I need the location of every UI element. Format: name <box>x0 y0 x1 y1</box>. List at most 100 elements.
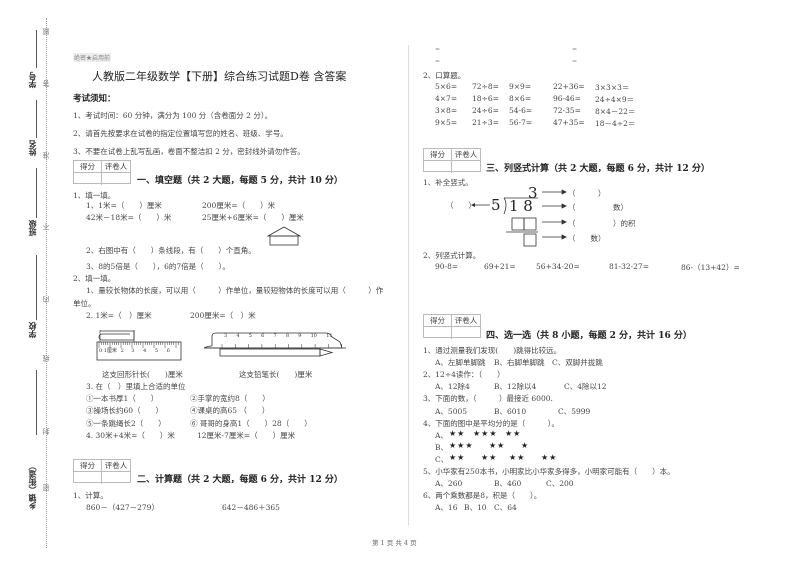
blank: （ 数） <box>568 203 628 212</box>
expression: 56+34-20= <box>536 262 580 271</box>
tick-label: 3 <box>224 333 228 339</box>
page-number: 第 1 页 共 4 页 <box>372 539 417 547</box>
score-box: 得分 评卷人 <box>73 459 131 484</box>
tick-label: 0 <box>99 348 103 354</box>
seal-char: 不 <box>42 223 50 230</box>
question: 2、右图中有（ ）条线段，有（ ）个直角。 <box>86 246 256 255</box>
oral-calc-item: 24÷4×9＝ <box>595 95 635 104</box>
option-label: A、 <box>435 431 448 440</box>
option: A、260 <box>435 479 463 488</box>
option: A、5005 <box>435 407 468 416</box>
caption: 这支回形针长( )厘米 <box>102 370 183 379</box>
star-group: ★★ <box>505 429 522 438</box>
star-group: ★★ <box>489 441 506 450</box>
grader-cell[interactable] <box>102 472 130 484</box>
divisor: 5 <box>491 196 501 214</box>
ruler2-labels: 3 4 5 6 7 8 9 10 11 <box>224 333 333 339</box>
oral-calc-item: 56-7= <box>509 118 533 127</box>
tick-label: 5 <box>248 333 252 339</box>
star-group: ★ <box>521 441 530 450</box>
score-label: 得分 <box>74 460 102 472</box>
score-box: 得分 评卷人 <box>73 160 131 185</box>
seal-char: 题 <box>42 28 50 35</box>
label-student-id: 学号 <box>27 72 37 88</box>
seal-char: 答 <box>42 80 50 87</box>
question: 1、计算。 <box>73 491 108 500</box>
score-box: 得分 评卷人 <box>423 314 481 339</box>
score-label: 得分 <box>424 315 452 327</box>
score-label: 得分 <box>74 161 102 173</box>
grader-label: 评卷人 <box>102 460 130 472</box>
star-group: ★★ <box>449 429 466 438</box>
seal-char: 封 <box>42 428 50 435</box>
tick-label: 2 <box>120 348 124 354</box>
option-label: C、 <box>435 455 449 464</box>
star-group: ★★ <box>509 453 526 462</box>
option: C、200 <box>546 479 574 488</box>
question: 4、下面的图中是平均分的是（ ）。 <box>423 419 560 428</box>
caption: 这支铅笔长( )厘米 <box>239 370 313 379</box>
label-name: 姓名 <box>27 140 37 156</box>
expression: 69+21= <box>484 262 516 271</box>
option: A、左脚单脚跳 <box>435 358 486 367</box>
score-cell[interactable] <box>424 161 452 173</box>
tick-label: 10 <box>310 333 317 339</box>
question: 6、两个乘数都是8，积是（ ）。 <box>423 491 542 500</box>
question: 2. 1米=（ ）厘米 <box>86 311 152 320</box>
question: 2、12÷4读作：（ ） <box>423 370 505 379</box>
tick-label: 11 <box>326 333 333 339</box>
star-group: ★★ <box>541 453 558 462</box>
oral-calc-item: 22+36= <box>553 82 585 91</box>
expression: 81-32-27= <box>609 262 649 271</box>
expression: 86-（13+42）= <box>681 263 740 272</box>
option: B、右脚单脚跳 <box>494 358 545 367</box>
option: C、4除以12 <box>564 382 607 391</box>
notice-item: 2、请首先按要求在试卷的指定位置填写您的姓名、班级、学号。 <box>73 129 288 138</box>
grader-cell[interactable] <box>452 161 480 173</box>
section-title: 二、计算题（共 2 大题，每题 6 分，共计 12 分） <box>137 475 343 485</box>
question: ⑤一条跳绳长2（ ） <box>86 419 166 428</box>
question: ⑥ 哥哥的身高1（ ）28（ ） <box>190 419 312 428</box>
section-title: 一、填空题（共 2 大题，每题 5 分，共计 10 分） <box>137 176 343 186</box>
question: 3、下面的数，（ ）最接近 6000. <box>423 394 553 403</box>
question: 42米－18米=（ ）米 <box>86 213 172 222</box>
score-cell[interactable] <box>424 327 452 339</box>
section-title: 三、列竖式计算（共 2 大题，每题 6 分，共计 12 分） <box>486 164 710 174</box>
question: 3. 在（ ）里填上合适的单位 <box>86 382 186 391</box>
grader-cell[interactable] <box>102 173 130 185</box>
question: 5、小华家有250本书，小明家比小华家多得多，小明家可能有（ ）本。 <box>423 467 675 476</box>
question: 1、补全竖式。 <box>423 178 473 187</box>
option: B、10 <box>464 503 487 512</box>
score-label: 得分 <box>424 149 452 161</box>
secret-mark: 绝密★启用前 <box>73 53 112 62</box>
oral-calc-item: 72-35= <box>553 106 581 115</box>
blank-line <box>36 255 37 320</box>
oral-calc-item: 4×7= <box>435 94 458 103</box>
oral-calc-item: 8×6= <box>509 94 532 103</box>
grader-cell[interactable] <box>452 327 480 339</box>
option: C、64 <box>494 503 517 512</box>
seal-char: 线 <box>42 355 50 362</box>
oral-calc-item: 18÷6= <box>472 94 499 103</box>
oral-calc-item: 9×5= <box>435 118 458 127</box>
oral-calc-item: 96-46= <box>553 94 581 103</box>
grader-label: 评卷人 <box>452 149 480 161</box>
tick-label: 5 <box>154 348 159 354</box>
tick-label: 7 <box>273 333 277 339</box>
seal-char: 内 <box>42 296 50 303</box>
score-cell[interactable] <box>74 472 102 484</box>
ruler1-labels: 0 1厘米 2 3 4 5 6 <box>99 347 170 354</box>
label-town: 乡镇（街道） <box>27 462 37 510</box>
blank-line <box>36 168 37 218</box>
score-cell[interactable] <box>74 173 102 185</box>
star-group: ★★ <box>449 453 466 462</box>
expression: 642－486＋365 <box>222 503 280 512</box>
oral-calc-item: 8×4－22＝ <box>595 107 636 116</box>
continuation-mark: = <box>435 46 441 53</box>
blank: （ ） <box>568 189 606 198</box>
continuation-mark: = <box>572 46 578 53</box>
grader-label: 评卷人 <box>452 315 480 327</box>
oral-calc-item: 5×6= <box>435 82 458 91</box>
question: 1、1米=（ ）厘米 <box>86 201 162 210</box>
label-school: 学校 <box>27 322 37 338</box>
